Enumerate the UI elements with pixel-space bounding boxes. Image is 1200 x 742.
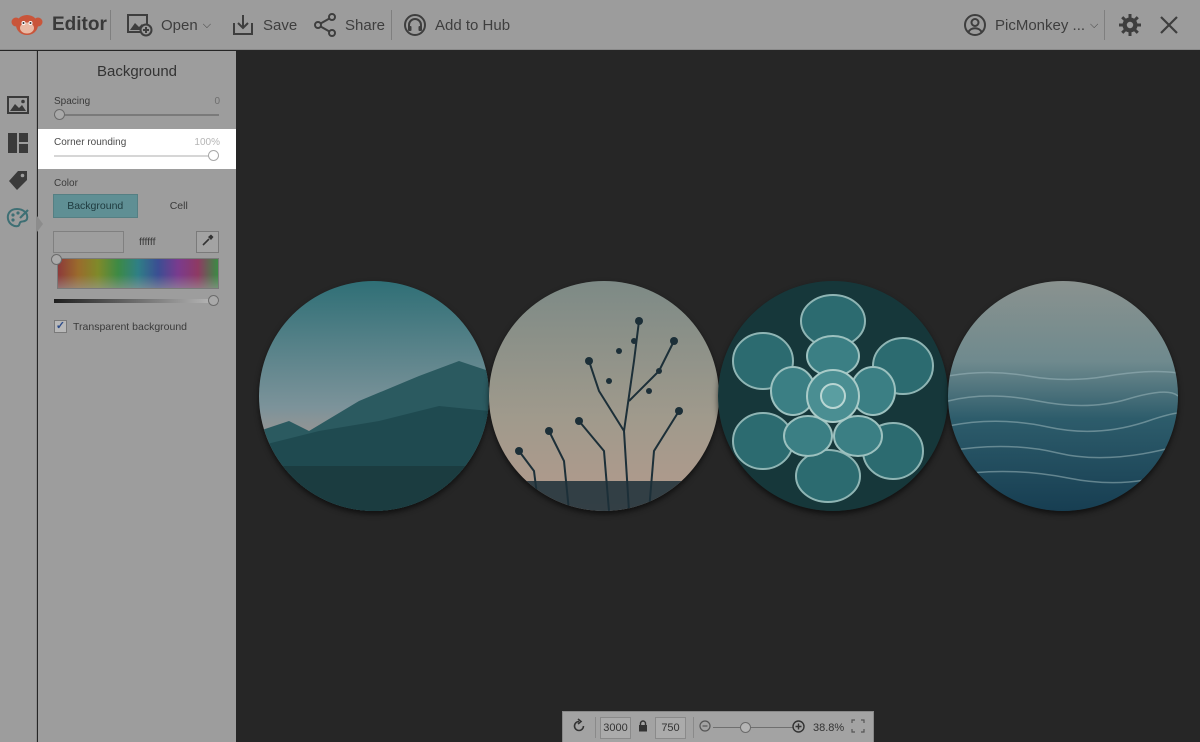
hub-headphones-icon xyxy=(403,13,427,37)
tag-icon xyxy=(7,169,29,196)
spectrum-picker-thumb[interactable] xyxy=(51,254,62,265)
eyedropper-button[interactable] xyxy=(196,231,219,253)
brightness-slider-thumb[interactable] xyxy=(208,295,219,306)
open-image-icon xyxy=(127,13,153,37)
spacing-value: 0 xyxy=(214,96,220,107)
toolbar-divider xyxy=(1104,10,1105,40)
width-input[interactable]: 3000 xyxy=(600,717,631,739)
open-label: Open xyxy=(161,16,198,34)
corner-rounding-slider[interactable] xyxy=(54,155,219,157)
save-download-icon xyxy=(231,13,255,37)
corner-rounding-label: Corner rounding xyxy=(54,137,127,148)
palette-icon xyxy=(6,207,30,234)
user-menu[interactable]: PicMonkey ... ⌵ xyxy=(963,0,1098,50)
corner-rounding-row: Corner rounding 100% xyxy=(38,129,236,169)
tool-rail xyxy=(0,51,37,742)
share-label: Share xyxy=(345,16,386,34)
close-icon xyxy=(1158,14,1180,36)
zoom-out-icon xyxy=(699,720,711,735)
palette-tool-button[interactable] xyxy=(6,207,30,234)
brand-label: Editor xyxy=(52,14,107,35)
zoom-in-button[interactable] xyxy=(792,712,805,742)
user-label: PicMonkey ... xyxy=(995,16,1086,34)
succulent-rosette-photo[interactable] xyxy=(718,281,948,511)
share-icon xyxy=(313,13,337,37)
tag-tool-button[interactable] xyxy=(6,170,30,194)
fullscreen-icon xyxy=(851,719,865,736)
spacing-slider[interactable] xyxy=(54,114,219,116)
canvas-size-zoom-bar: 3000 750 38.8% xyxy=(562,711,874,742)
wildflower-silhouette-photo[interactable] xyxy=(489,281,719,511)
brightness-slider[interactable] xyxy=(54,299,219,303)
rotate-button[interactable] xyxy=(571,712,587,742)
spacing-slider-thumb[interactable] xyxy=(54,109,65,120)
layout-tool-button[interactable] xyxy=(6,132,30,159)
close-button[interactable] xyxy=(1158,0,1180,50)
zoom-out-button[interactable] xyxy=(699,712,711,742)
lock-icon xyxy=(638,720,648,735)
cell-tab[interactable]: Cell xyxy=(138,194,221,218)
toolbar-divider xyxy=(110,10,111,40)
spacing-label: Spacing xyxy=(54,96,91,107)
layout-icon xyxy=(7,132,29,159)
color-target-toggle: Background Cell xyxy=(53,194,220,218)
hex-value[interactable]: ffffff xyxy=(139,236,156,248)
bar-divider xyxy=(595,717,596,738)
open-button[interactable]: Open ⌵ xyxy=(127,0,211,50)
transparent-label: Transparent background xyxy=(73,321,188,333)
image-icon xyxy=(7,94,29,121)
chevron-down-icon: ⌵ xyxy=(1090,18,1099,31)
corner-rounding-value: 100% xyxy=(194,137,220,148)
image-tool-button[interactable] xyxy=(6,95,30,119)
add-to-hub-button[interactable]: Add to Hub xyxy=(403,0,510,50)
share-button[interactable]: Share xyxy=(313,0,385,50)
user-avatar-icon xyxy=(963,13,987,37)
zoom-slider[interactable] xyxy=(713,727,793,728)
height-input[interactable]: 750 xyxy=(655,717,686,739)
gear-icon xyxy=(1118,13,1142,37)
save-button[interactable]: Save xyxy=(231,0,297,50)
color-spectrum[interactable] xyxy=(57,258,219,289)
panel-pointer xyxy=(37,216,43,232)
save-label: Save xyxy=(263,16,298,34)
toolbar-divider xyxy=(391,10,392,40)
bar-divider xyxy=(693,717,694,738)
mountain-landscape-photo[interactable] xyxy=(259,281,489,511)
monkey-logo-icon xyxy=(10,12,44,38)
zoom-level: 38.8% xyxy=(813,721,845,734)
transparent-checkbox[interactable]: ✓ xyxy=(54,320,67,333)
ocean-water-photo[interactable] xyxy=(948,281,1178,511)
aspect-lock-button[interactable] xyxy=(638,712,648,742)
editor-canvas[interactable] xyxy=(237,51,1200,742)
background-tab[interactable]: Background xyxy=(53,194,138,218)
fit-screen-button[interactable] xyxy=(851,712,865,742)
zoom-slider-thumb[interactable] xyxy=(740,722,751,733)
corner-rounding-slider-thumb[interactable] xyxy=(208,150,219,161)
color-swatch[interactable] xyxy=(53,231,124,253)
chevron-down-icon: ⌵ xyxy=(202,18,212,31)
zoom-in-icon xyxy=(792,719,805,736)
brand[interactable]: Editor xyxy=(10,0,107,50)
rotate-icon xyxy=(571,718,587,737)
top-toolbar: Editor Open ⌵ Save Share Add to Hub PicM… xyxy=(0,0,1200,50)
hub-label: Add to Hub xyxy=(435,16,511,34)
settings-button[interactable] xyxy=(1118,0,1142,50)
eyedropper-icon xyxy=(201,233,215,252)
panel-title: Background xyxy=(96,63,178,80)
color-label: Color xyxy=(54,178,78,189)
